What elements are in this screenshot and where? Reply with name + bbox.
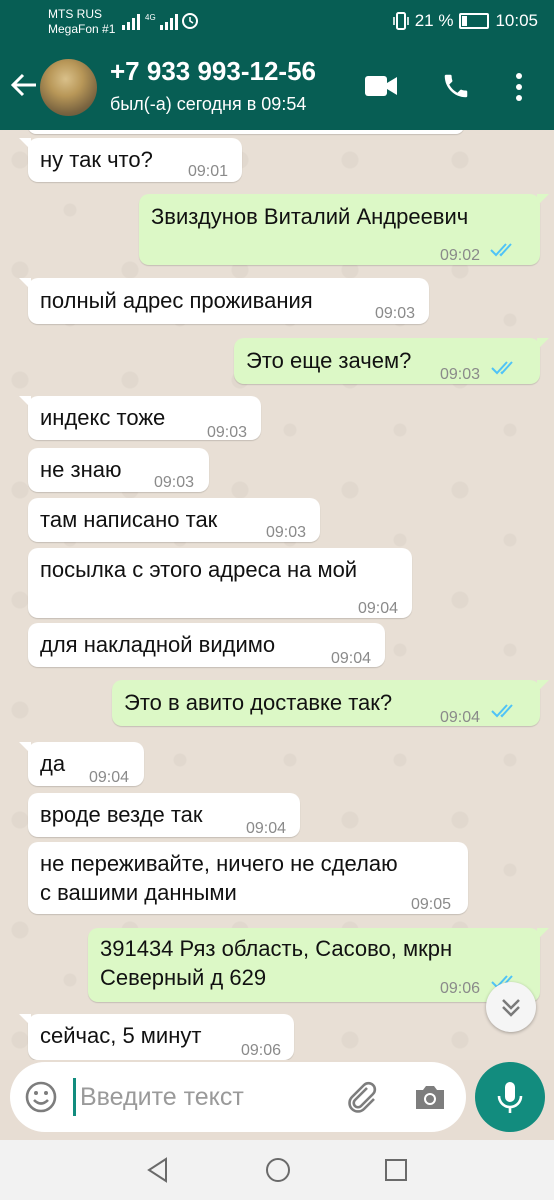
message-text: вроде везде так: [40, 802, 203, 827]
message-time: 09:03: [154, 474, 195, 491]
message-time: 09:03: [207, 424, 248, 441]
avatar[interactable]: [40, 59, 97, 116]
read-ticks-icon: [491, 361, 513, 375]
scroll-to-bottom-button[interactable]: [486, 982, 536, 1032]
carrier-2: MegaFon #1: [48, 22, 116, 36]
message-text-line-2: с вашими данными: [40, 880, 237, 905]
message-bubble-out[interactable]: 391434 Ряз область, Сасово, мкрн Северны…: [88, 928, 549, 1002]
message-bubble-in[interactable]: сейчас, 5 минут 09:06: [19, 1014, 294, 1060]
message-time: 09:04: [331, 650, 372, 667]
system-navigation-bar: [0, 1140, 554, 1200]
battery-percent: 21 %: [414, 11, 454, 30]
message-text: не знаю: [40, 457, 122, 482]
last-seen: был(-а) сегодня в 09:54: [110, 94, 307, 114]
message-text: сейчас, 5 минут: [40, 1023, 202, 1048]
message-bubble-out[interactable]: Это еще зачем? 09:03: [234, 338, 549, 384]
message-bubble-in[interactable]: для накладной видимо 09:04: [28, 623, 385, 667]
chat-header: +7 933 993-12-56 был(-а) сегодня в 09:54: [0, 44, 554, 130]
attach-icon[interactable]: [345, 1080, 381, 1116]
message-time: 09:02: [440, 247, 481, 264]
message-time: 09:03: [440, 366, 481, 383]
message-text-line-1: не переживайте, ничего не сделаю: [40, 851, 398, 876]
message-time: 09:04: [89, 769, 130, 786]
signal-icon: 4G: [122, 13, 198, 30]
svg-text:4G: 4G: [145, 13, 156, 22]
mic-icon: [497, 1082, 523, 1113]
message-bubble-in[interactable]: индекс тоже 09:03: [19, 396, 261, 441]
message-bubble-in[interactable]: полный адрес проживания 09:03: [19, 278, 429, 324]
message-list[interactable]: ну так что? 09:01 Звиздунов Виталий Андр…: [0, 130, 554, 1060]
carrier-1: MTS RUS: [48, 7, 102, 21]
message-input[interactable]: Введите текст: [80, 1083, 244, 1112]
message-bubble-out[interactable]: Звиздунов Виталий Андреевич 09:02: [139, 194, 549, 265]
message-text: полный адрес проживания: [40, 288, 313, 313]
status-bar: MTS RUS MegaFon #1 4G 21 % 10:05: [0, 0, 554, 44]
carrier-info: MTS RUS MegaFon #1: [48, 7, 115, 37]
message-time: 09:05: [411, 896, 452, 913]
message-bubble-in[interactable]: там написано так 09:03: [28, 498, 320, 542]
message-time: 09:04: [246, 820, 287, 837]
contact-name[interactable]: +7 933 993-12-56: [110, 56, 316, 87]
voice-message-button[interactable]: [475, 1062, 545, 1132]
message-bubble-partial: [28, 130, 464, 134]
message-text: да: [40, 751, 66, 776]
read-ticks-icon: [491, 704, 513, 718]
message-time: 09:04: [358, 600, 399, 617]
message-text-line-2: Северный д 629: [100, 965, 267, 990]
message-time: 09:06: [241, 1042, 282, 1059]
read-ticks-icon: [490, 243, 512, 257]
message-time: 09:06: [440, 980, 481, 997]
message-bubble-in[interactable]: посылка с этого адреса на мой 09:04: [28, 548, 412, 618]
back-arrow-icon[interactable]: [10, 71, 38, 99]
message-bubble-in[interactable]: не переживайте, ничего не сделаю с вашим…: [28, 842, 468, 914]
message-text: там написано так: [40, 507, 218, 532]
message-text-line-1: 391434 Ряз область, Сасово, мкрн: [100, 936, 453, 961]
message-bubble-out[interactable]: Это в авито доставке так? 09:04: [112, 680, 549, 726]
emoji-icon[interactable]: [24, 1080, 58, 1114]
vibrate-icon: [392, 12, 409, 30]
message-time: 09:04: [440, 709, 481, 726]
battery-icon: [459, 13, 490, 29]
nav-back-icon[interactable]: [144, 1156, 172, 1184]
text-cursor: [73, 1078, 76, 1116]
message-text: Это еще зачем?: [246, 348, 412, 373]
status-right: 21 % 10:05: [392, 11, 538, 31]
message-text: Звиздунов Виталий Андреевич: [151, 204, 469, 229]
double-chevron-down-icon: [502, 999, 520, 1017]
camera-icon[interactable]: [413, 1080, 447, 1114]
message-time: 09:03: [266, 524, 307, 541]
message-composer: Введите текст: [10, 1062, 466, 1132]
message-text: посылка с этого адреса на мой: [40, 557, 358, 582]
message-text: для накладной видимо: [40, 632, 276, 657]
message-text: Это в авито доставке так?: [124, 690, 393, 715]
phone-icon[interactable]: [441, 71, 471, 101]
clock: 10:05: [495, 11, 538, 30]
message-bubble-in[interactable]: ну так что? 09:01: [19, 138, 242, 182]
message-bubble-in[interactable]: вроде везде так 09:04: [28, 793, 300, 837]
nav-recents-icon[interactable]: [382, 1156, 410, 1184]
message-text: ну так что?: [40, 147, 153, 172]
message-time: 09:03: [375, 305, 416, 322]
message-bubble-in[interactable]: не знаю 09:03: [28, 448, 209, 492]
message-text: индекс тоже: [40, 405, 166, 430]
more-vert-icon[interactable]: [513, 72, 525, 102]
video-call-icon[interactable]: [364, 74, 398, 98]
nav-home-icon[interactable]: [264, 1156, 292, 1184]
message-time: 09:01: [188, 163, 229, 180]
message-bubble-in[interactable]: да 09:04: [19, 742, 144, 786]
